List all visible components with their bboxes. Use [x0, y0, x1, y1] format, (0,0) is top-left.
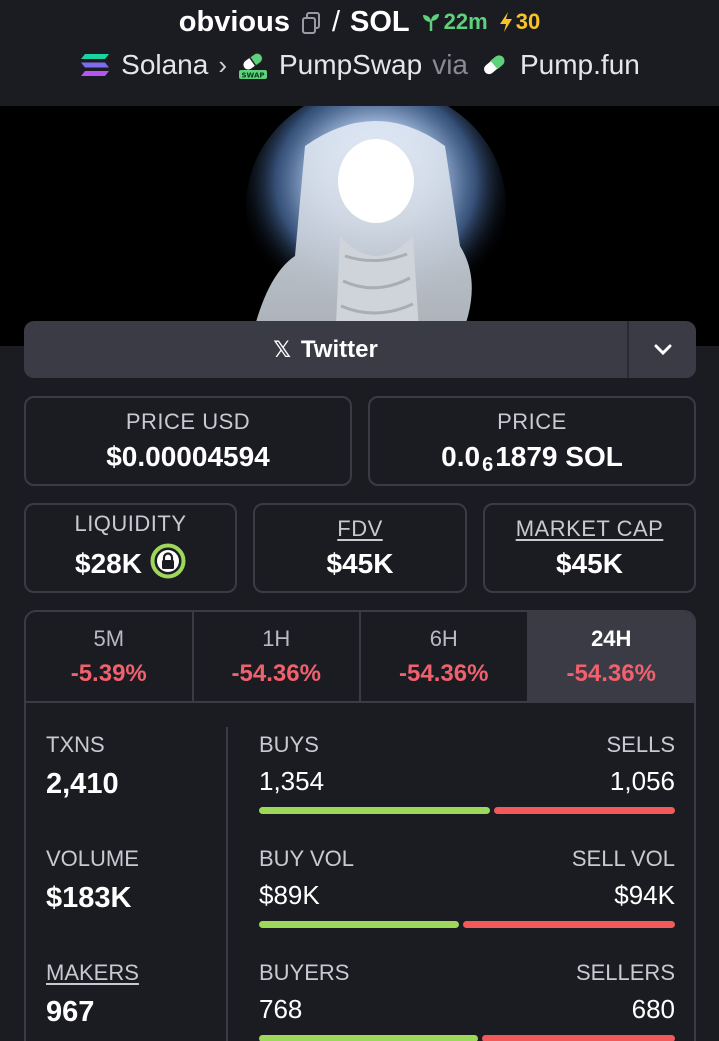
market-cap-label[interactable]: MARKET CAP: [516, 516, 664, 542]
sellers-label: SELLERS: [575, 960, 675, 985]
liquidity-value: $28K: [75, 548, 142, 579]
via-label: via: [432, 49, 468, 80]
price-native-label: PRICE: [497, 409, 567, 434]
makers-bar: [259, 1035, 675, 1041]
buys-sells-bar: [259, 807, 675, 814]
dex-link[interactable]: PumpSwap: [279, 49, 422, 81]
sellers-value: 680: [631, 994, 675, 1024]
twitter-link[interactable]: 𝕏 Twitter: [24, 321, 629, 378]
pair-separator: /: [331, 5, 341, 38]
buyers-sellers-split: BUYERS SELLERS 768 680: [259, 960, 675, 1041]
price-usd-label: PRICE USD: [125, 409, 251, 434]
buy-vol-label: BUY VOL: [259, 846, 354, 871]
fdv-card[interactable]: FDV $45K: [253, 503, 467, 593]
token-image: [245, 106, 507, 346]
twitter-link-button[interactable]: 𝕏 Twitter: [24, 321, 696, 378]
chain-link[interactable]: Solana: [121, 49, 208, 81]
buys-value: 1,354: [259, 766, 325, 796]
liquidity-card: LIQUIDITY $28K: [24, 503, 237, 593]
token-banner: [0, 106, 719, 346]
trading-stats-panel: 5M -5.39% 1H -54.36% 6H -54.36% 24H -54.…: [24, 610, 696, 1041]
market-cap-card[interactable]: MARKET CAP $45K: [483, 503, 696, 593]
launchpad-link[interactable]: Pump.fun: [520, 49, 640, 81]
buys-label: BUYS: [259, 732, 319, 757]
buyers-bar: [259, 1035, 478, 1041]
pumpfun-icon: [478, 51, 510, 79]
tab-24h[interactable]: 24H -54.36%: [528, 612, 694, 701]
lock-icon[interactable]: [150, 543, 186, 586]
makers-label[interactable]: MAKERS: [46, 960, 226, 986]
buys-sells-split: BUYS SELLS 1,354 1,056: [259, 732, 675, 814]
copy-icon[interactable]: [300, 10, 322, 34]
txns-value: 2,410: [46, 768, 119, 800]
buyers-label: BUYERS: [259, 960, 350, 985]
liquidity-label: LIQUIDITY: [74, 510, 187, 536]
buy-vol-value: $89K: [259, 880, 320, 910]
buys-bar: [259, 807, 491, 814]
buy-vol-bar: [259, 921, 460, 928]
twitter-label: Twitter: [300, 335, 378, 363]
pair-age-value: 22m: [443, 9, 488, 34]
price-usd-value: $0.00004594: [106, 441, 270, 472]
x-logo-icon: 𝕏: [273, 336, 291, 362]
sells-value: 1,056: [609, 766, 675, 796]
quote-symbol: SOL: [350, 5, 410, 38]
volume-bar: [259, 921, 675, 928]
pair-title: obvious / SOL 22m 30: [0, 4, 719, 40]
sellers-bar: [481, 1035, 675, 1041]
volume-metric: VOLUME $183K: [46, 846, 226, 915]
tab-5m[interactable]: 5M -5.39%: [26, 612, 194, 701]
makers-metric: MAKERS 967: [46, 960, 226, 1029]
zero-count: 6: [482, 453, 494, 476]
fdv-label[interactable]: FDV: [337, 516, 383, 542]
market-cap-value: $45K: [556, 548, 623, 579]
chevron-right-icon: ›: [218, 49, 227, 80]
chevron-down-icon: [654, 344, 671, 355]
price-native-card: PRICE 0.0 6 1879 SOL: [368, 396, 696, 486]
sell-vol-value: $94K: [614, 880, 675, 910]
txns-metric: TXNS 2,410: [46, 732, 226, 801]
buy-sell-volume-split: BUY VOL SELL VOL $89K $94K: [259, 846, 675, 928]
lightning-icon: [499, 12, 512, 32]
svg-text:SWAP: SWAP: [242, 72, 265, 80]
makers-value: 967: [46, 996, 95, 1028]
tab-1h[interactable]: 1H -54.36%: [194, 612, 361, 701]
boost-count-value: 30: [515, 9, 541, 34]
breadcrumb: Solana › SWAP PumpSwap via Pump.fun: [0, 46, 719, 84]
price-native-value: 0.0 6 1879 SOL: [441, 441, 623, 476]
token-symbol[interactable]: obvious: [179, 6, 290, 39]
sell-vol-label: SELL VOL: [571, 846, 675, 871]
pair-age: 22m: [420, 9, 488, 35]
txns-label: TXNS: [46, 732, 105, 757]
sell-vol-bar: [463, 921, 675, 928]
more-links-dropdown[interactable]: [629, 321, 696, 378]
column-divider: [226, 727, 228, 1041]
fdv-value: $45K: [326, 548, 394, 579]
solana-icon: [79, 51, 111, 79]
header: obvious / SOL 22m 30 Solana › SWAP PumpS…: [0, 0, 719, 106]
boost-count[interactable]: 30: [498, 9, 540, 35]
sells-bar: [494, 807, 675, 814]
tab-6h[interactable]: 6H -54.36%: [361, 612, 529, 701]
timeframe-tabs: 5M -5.39% 1H -54.36% 6H -54.36% 24H -54.…: [26, 612, 694, 703]
seedling-icon: [422, 14, 439, 31]
pumpswap-icon: SWAP: [237, 51, 269, 80]
volume-value: $183K: [46, 882, 132, 914]
buyers-value: 768: [259, 994, 303, 1024]
volume-label: VOLUME: [46, 846, 139, 871]
sells-label: SELLS: [606, 732, 676, 757]
price-usd-card: PRICE USD $0.00004594: [24, 396, 352, 486]
